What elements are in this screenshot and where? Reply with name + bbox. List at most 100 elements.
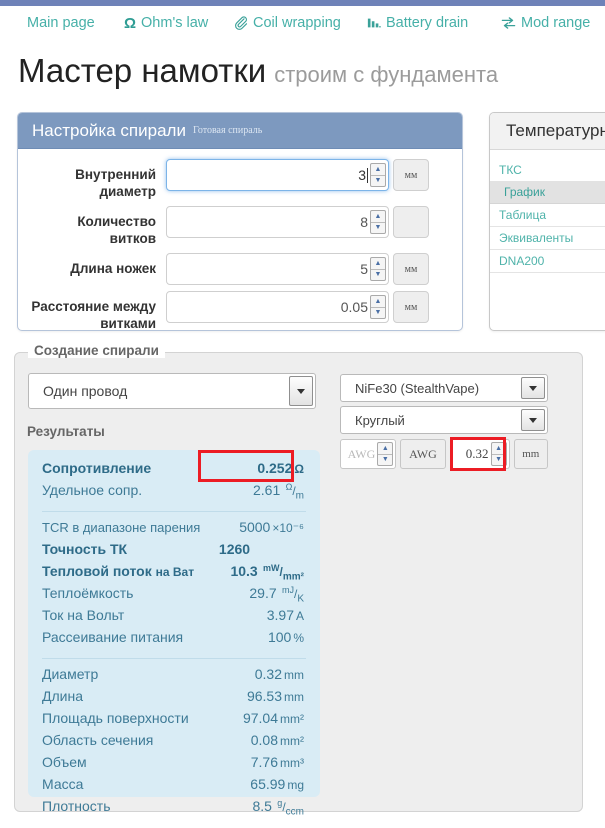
result-label: Площадь поверхности bbox=[42, 710, 189, 726]
material-value: NiFe30 (StealthVape) bbox=[355, 380, 480, 396]
temperature-list-item-graph[interactable]: График bbox=[490, 181, 605, 204]
result-row-resistance: Сопротивление 0.252 Ω bbox=[42, 460, 306, 482]
nav-item-main-page[interactable]: Main page bbox=[27, 15, 95, 31]
results-card: Сопротивление 0.252 Ω Удельное сопр. 2.61… bbox=[28, 450, 320, 817]
turn-spacing-stepper[interactable]: ▲ ▼ bbox=[370, 295, 386, 319]
result-number: 97.04 bbox=[242, 710, 278, 726]
inner-diameter-value: 3 bbox=[358, 167, 366, 183]
result-unit: mm bbox=[284, 668, 304, 682]
result-number: 65.99 bbox=[250, 776, 286, 792]
list-item-label: DNA200 bbox=[499, 254, 545, 268]
stepper-up-icon[interactable]: ▲ bbox=[491, 443, 506, 455]
wire-type-value: Один провод bbox=[43, 383, 128, 399]
field-label-turn-spacing: Расстояние между витками bbox=[31, 299, 156, 331]
leg-length-stepper[interactable]: ▲ ▼ bbox=[370, 257, 386, 281]
result-label: Диаметр bbox=[42, 666, 99, 682]
awg-row: AWG ▲ ▼ AWG 0.32 ▲ ▼ mm bbox=[340, 439, 548, 469]
turns-count-stepper[interactable]: ▲ ▼ bbox=[370, 210, 386, 234]
results-divider bbox=[42, 511, 306, 512]
result-unit: Ω/m bbox=[285, 482, 304, 502]
temperature-list-item-tks[interactable]: ТКС bbox=[490, 158, 605, 181]
result-label-suffix: на Ват bbox=[155, 565, 195, 579]
nav-item-coil-wrapping[interactable]: Coil wrapping bbox=[234, 15, 341, 31]
result-value: 65.99 mg bbox=[212, 776, 304, 792]
stepper-down-icon[interactable]: ▼ bbox=[378, 455, 392, 466]
stepper-down-icon[interactable]: ▼ bbox=[371, 308, 385, 319]
result-row-length: Длина 96.53 mm bbox=[42, 688, 306, 710]
result-value: 29.7 mJ/K bbox=[212, 585, 304, 604]
stepper-up-icon[interactable]: ▲ bbox=[371, 258, 385, 270]
inner-diameter-input[interactable]: 3 ▲ ▼ bbox=[166, 159, 389, 191]
result-value: 5000 ×10⁻⁶ bbox=[212, 519, 304, 535]
temperature-list-item-table[interactable]: Таблица bbox=[490, 204, 605, 227]
wire-shape-select[interactable]: Круглый bbox=[340, 406, 548, 434]
result-value: 8.5 g/ccm bbox=[212, 798, 304, 817]
result-label-main: Тепловой поток bbox=[42, 563, 152, 579]
nav-item-ohms-law[interactable]: Ω Ohm's law bbox=[124, 15, 208, 32]
page-title: Мастер намотки строим с фундамента bbox=[18, 52, 498, 90]
field-row-turns-count: Количество витков 8 ▲ ▼ bbox=[28, 206, 450, 247]
nav-item-mod-range[interactable]: Mod range bbox=[501, 15, 590, 31]
result-value: 97.04 mm² bbox=[212, 710, 304, 726]
page-subtitle: строим с фундамента bbox=[274, 62, 499, 87]
wire-diameter-input[interactable]: 0.32 ▲ ▼ bbox=[449, 439, 510, 469]
wire-diameter-stepper[interactable]: ▲ ▼ bbox=[490, 442, 507, 466]
stepper-up-icon[interactable]: ▲ bbox=[371, 211, 385, 223]
leg-length-input[interactable]: 5 ▲ ▼ bbox=[166, 253, 389, 285]
result-number: 96.53 bbox=[246, 688, 282, 704]
stepper-up-icon[interactable]: ▲ bbox=[371, 296, 385, 308]
wire-type-select[interactable]: Один провод bbox=[28, 373, 316, 409]
result-label: Точность ТК bbox=[42, 541, 128, 557]
temperature-panel-title: Температурн bbox=[490, 113, 605, 150]
text-caret bbox=[367, 167, 368, 183]
stepper-down-icon[interactable]: ▼ bbox=[371, 270, 385, 281]
main-navigation: Main page Ω Ohm's law Coil wrapping Batt… bbox=[0, 6, 605, 40]
turn-spacing-input[interactable]: 0.05 ▲ ▼ bbox=[166, 291, 389, 323]
turns-count-input[interactable]: 8 ▲ ▼ bbox=[166, 206, 389, 238]
leg-length-value: 5 bbox=[360, 261, 368, 277]
field-control-inner-diameter: 3 ▲ ▼ мм bbox=[166, 159, 429, 191]
temperature-panel-list: ТКС График Таблица Эквиваленты DNA200 bbox=[490, 150, 605, 273]
temperature-list-item-equivalents[interactable]: Эквиваленты bbox=[490, 227, 605, 250]
material-select[interactable]: NiFe30 (StealthVape) bbox=[340, 374, 548, 402]
result-unit: mm bbox=[284, 690, 304, 704]
result-number: 0.252 bbox=[257, 460, 293, 476]
result-label: Теплоёмкость bbox=[42, 585, 134, 601]
coil-settings-header: Настройка спирали Готовая спираль bbox=[18, 113, 462, 149]
nav-item-battery-drain[interactable]: Battery drain bbox=[367, 15, 468, 31]
result-unit: mg bbox=[287, 778, 304, 792]
result-number: 1260 bbox=[218, 541, 251, 557]
wire-diameter-unit: mm bbox=[513, 439, 548, 469]
chevron-down-icon[interactable] bbox=[289, 376, 313, 406]
awg-stepper[interactable]: ▲ ▼ bbox=[377, 442, 394, 466]
awg-input[interactable]: AWG ▲ ▼ bbox=[340, 439, 397, 469]
result-number: 2.61 bbox=[252, 482, 281, 498]
result-label: Область сечения bbox=[42, 732, 154, 748]
result-row-density: Плотность 8.5 g/ccm bbox=[42, 798, 306, 820]
stepper-down-icon[interactable]: ▼ bbox=[371, 176, 385, 187]
bar-chart-icon bbox=[367, 16, 381, 30]
temperature-list-item-dna200[interactable]: DNA200 bbox=[490, 250, 605, 273]
nav-label: Main page bbox=[27, 15, 95, 31]
field-label-leg-length: Длина ножек bbox=[70, 261, 156, 276]
result-value: 7.76 mm³ bbox=[212, 754, 304, 770]
nav-label: Mod range bbox=[521, 15, 591, 31]
stepper-up-icon[interactable]: ▲ bbox=[371, 164, 385, 176]
field-label-inner-diameter: Внутренний диаметр bbox=[75, 167, 156, 199]
results-group-electrical: Сопротивление 0.252 Ω Удельное сопр. 2.61… bbox=[42, 460, 306, 504]
wire-diameter-value: 0.32 bbox=[465, 446, 489, 461]
result-label: Масса bbox=[42, 776, 84, 792]
stepper-up-icon[interactable]: ▲ bbox=[378, 443, 393, 455]
inner-diameter-stepper[interactable]: ▲ ▼ bbox=[370, 163, 386, 187]
coil-builder-legend: Создание спирали bbox=[28, 343, 165, 358]
turns-count-unit bbox=[393, 206, 429, 238]
result-unit: mm² bbox=[280, 712, 304, 726]
stepper-down-icon[interactable]: ▼ bbox=[492, 455, 506, 466]
chevron-down-icon[interactable] bbox=[521, 409, 545, 431]
stepper-down-icon[interactable]: ▼ bbox=[371, 223, 385, 234]
nav-label: Battery drain bbox=[386, 15, 469, 31]
result-number: 0.08 bbox=[250, 732, 278, 748]
result-value: 96.53 mm bbox=[212, 688, 304, 704]
chevron-down-icon[interactable] bbox=[521, 377, 545, 399]
page-title-main: Мастер намотки bbox=[18, 52, 267, 89]
